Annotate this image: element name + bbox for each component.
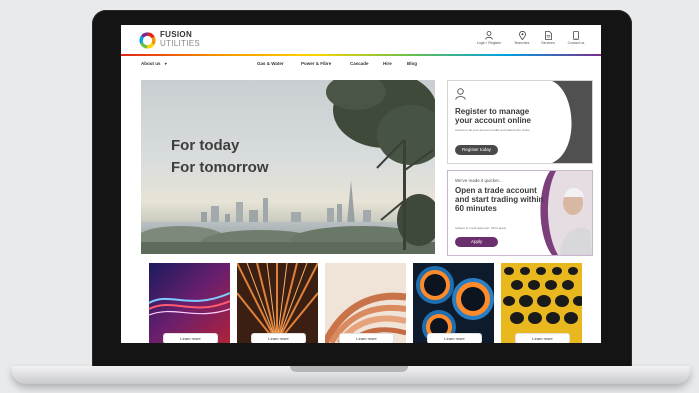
apply-button[interactable]: Apply	[455, 237, 499, 247]
register-card-description: Access to all your account credits and s…	[455, 128, 530, 132]
user-icon	[472, 31, 506, 41]
contact-us-link[interactable]: Contact us	[559, 31, 593, 46]
tile-electric[interactable]: Learn more	[149, 263, 230, 343]
login-register-link[interactable]: Login / Register	[472, 31, 506, 46]
blue-pipe-ends-image	[413, 263, 494, 343]
tile-learn-more-button[interactable]: Learn more	[515, 333, 570, 343]
nav-item-about-us-label: About us	[141, 61, 161, 66]
register-card-title: Register to manage your account online	[455, 107, 532, 125]
product-tiles: Learn more Learn more Learn more Learn m…	[149, 263, 589, 343]
register-card[interactable]: Register to manage your account online A…	[447, 80, 593, 164]
tile-learn-more-button[interactable]: Learn more	[339, 333, 394, 343]
chevron-down-icon: ▾	[164, 61, 167, 66]
trade-card-title: Open a trade account and start trading w…	[455, 186, 544, 213]
nav-item-hire[interactable]: Hire	[383, 61, 392, 66]
tile-learn-more-button[interactable]: Learn more	[427, 333, 482, 343]
tile-learn-more-button[interactable]: Learn more	[163, 333, 218, 343]
website-screen: FUSION UTILITIES Login / Register Branch…	[121, 25, 601, 343]
trade-card-kicker: We've made it quicker...	[455, 178, 503, 183]
register-today-button[interactable]: Register today	[455, 145, 499, 155]
hero-heading-line2: For tomorrow	[171, 159, 269, 176]
main-navigation: About us ▾ Gas & Water Power & Fibre Cas…	[121, 59, 601, 71]
yellow-perforated-metal-image	[501, 263, 582, 343]
tile-fibre[interactable]: Learn more	[237, 263, 318, 343]
contact-us-label: Contact us	[567, 41, 585, 45]
nav-item-power-fibre[interactable]: Power & Fibre	[301, 61, 331, 66]
electric-light-streaks-image	[149, 263, 230, 343]
brand-name-line2: UTILITIES	[160, 39, 201, 48]
tile-copper[interactable]: Learn more	[325, 263, 406, 343]
brand-color-strip	[121, 54, 601, 56]
copper-pipes-coil-image	[325, 263, 406, 343]
tile-learn-more-button[interactable]: Learn more	[251, 333, 306, 343]
hero-banner[interactable]: For today For tomorrow	[141, 80, 435, 254]
phone-icon	[559, 31, 593, 41]
brand-name-line1: FUSION	[160, 30, 193, 39]
hero-heading-line1: For today	[171, 137, 240, 154]
nav-item-about-us[interactable]: About us ▾	[141, 61, 167, 66]
site-header: FUSION UTILITIES Login / Register Branch…	[121, 25, 601, 54]
user-icon	[455, 88, 466, 100]
nav-item-gas-water[interactable]: Gas & Water	[257, 61, 284, 66]
laptop-notch	[290, 366, 408, 372]
fibre-optic-cables-image	[237, 263, 318, 343]
brand-name[interactable]: FUSION UTILITIES	[160, 31, 200, 48]
nav-item-cascade[interactable]: Cascade	[350, 61, 369, 66]
trade-card-disclaimer: Subject to credit approval. T&Cs apply.	[455, 226, 507, 230]
fusion-logo-icon[interactable]	[139, 32, 156, 49]
worker-photo	[540, 171, 592, 255]
grey-curve-decoration	[552, 81, 592, 163]
nav-item-blog[interactable]: Blog	[407, 61, 417, 66]
tile-pipes[interactable]: Learn more	[413, 263, 494, 343]
login-register-label: Login / Register	[476, 41, 502, 45]
tile-perforated[interactable]: Learn more	[501, 263, 582, 343]
trade-account-card[interactable]: We've made it quicker... Open a trade ac…	[447, 170, 593, 256]
